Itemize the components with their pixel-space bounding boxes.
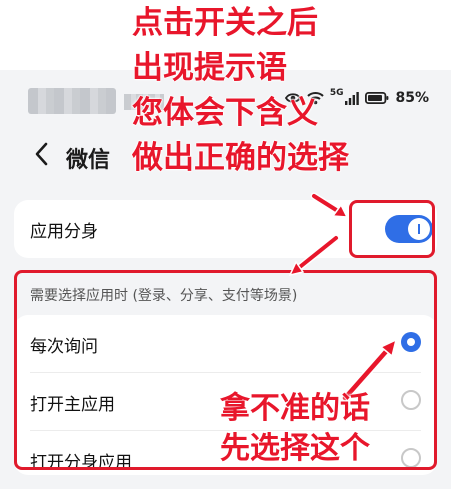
back-button[interactable] xyxy=(30,140,54,168)
battery-percent: 85% xyxy=(395,90,429,106)
annotation-top-line: 出现提示语 xyxy=(132,50,288,86)
chevron-left-icon xyxy=(30,142,54,172)
highlight-toggle-box xyxy=(349,200,435,258)
annotation-top-line: 做出正确的选择 xyxy=(132,140,350,176)
annotation-bottom-line: 拿不准的话 xyxy=(220,391,371,426)
battery-icon xyxy=(365,92,389,104)
annotation-bottom-line: 先选择这个 xyxy=(220,431,371,466)
annotation-top: 点击开关之后 出现提示语 您体会下含义 做出正确的选择 xyxy=(132,5,350,188)
app-clone-label: 应用分身 xyxy=(30,222,98,242)
annotation-bottom: 拿不准的话 先选择这个 xyxy=(220,391,371,474)
annotation-top-line: 点击开关之后 xyxy=(132,5,319,41)
annotation-top-line: 您体会下含义 xyxy=(132,95,319,131)
page-title: 微信 xyxy=(66,148,111,173)
blurred-time xyxy=(28,88,164,114)
